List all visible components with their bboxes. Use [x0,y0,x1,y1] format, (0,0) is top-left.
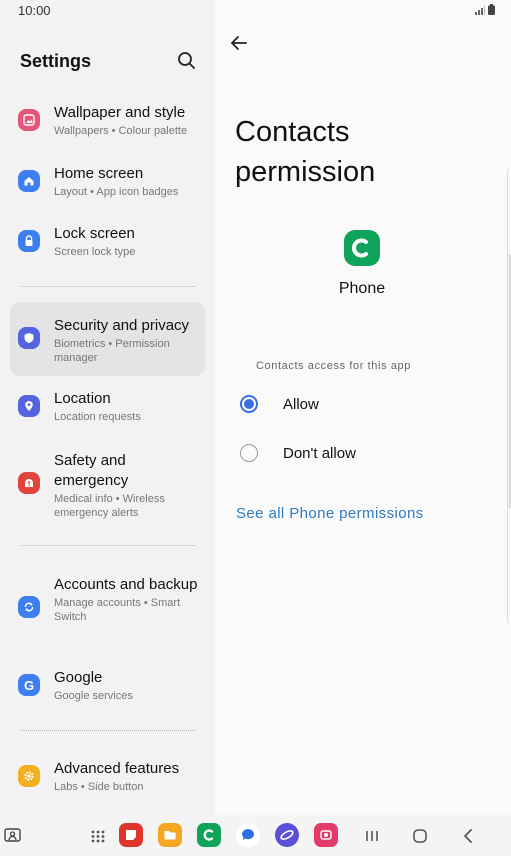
option-label: Don't allow [283,444,356,462]
item-title: Wallpaper and style [54,104,186,121]
item-subtitle: Google services [54,690,133,702]
app-drawer-icon[interactable] [87,825,109,847]
screen-recorder-icon[interactable] [314,823,338,847]
phone-app-icon [344,230,380,266]
option-allow[interactable]: Allow [240,395,319,413]
back-arrow-icon[interactable] [229,33,249,53]
item-subtitle: Screen lock type [54,246,136,258]
my-files-icon[interactable] [158,823,182,847]
gear-icon [18,765,40,787]
item-subtitle: Medical info • Wireless emergency alerts [54,493,165,519]
see-all-permissions-link[interactable]: See all Phone permissions [236,505,424,522]
item-subtitle: Layout • App icon badges [54,186,179,198]
settings-item-security-privacy[interactable]: Security and privacy Biometrics • Permis… [10,302,205,376]
item-title: Home screen [54,165,144,182]
item-title: Safety and emergency [54,452,129,489]
settings-item-lock-screen[interactable]: Lock screen Screen lock type [10,221,205,265]
sync-icon [18,596,40,618]
status-icons [475,4,495,15]
shield-icon [18,327,40,349]
item-title: Location [54,390,111,407]
radio-dont-allow[interactable] [240,444,258,462]
settings-item-advanced-features[interactable]: Advanced features Labs • Side button [10,756,205,800]
section-divider [20,730,195,731]
item-subtitle: Manage accounts • Smart Switch [54,597,181,623]
item-subtitle: Location requests [54,411,141,423]
radio-allow[interactable] [240,395,258,413]
emergency-icon [18,472,40,494]
item-title: Google [54,669,103,686]
section-divider [20,286,195,287]
home-icon [18,170,40,192]
settings-item-safety-emergency[interactable]: Safety and emergency Medical info • Wire… [10,448,205,522]
edge-panel-icon[interactable] [2,825,24,847]
home-button[interactable] [409,825,431,847]
settings-item-wallpaper[interactable]: Wallpaper and style Wallpapers • Colour … [10,100,205,144]
phone-app-icon[interactable] [197,823,221,847]
item-subtitle: Labs • Side button [54,781,144,793]
battery-icon [488,4,495,15]
messages-app-icon[interactable] [236,823,260,847]
item-title: Accounts and backup [54,576,198,593]
option-dont-allow[interactable]: Don't allow [240,444,356,462]
notes-app-icon[interactable] [119,823,143,847]
item-title: Lock screen [54,225,135,242]
section-divider [20,545,195,546]
google-icon: G [18,674,40,696]
settings-item-google[interactable]: G Google Google services [10,665,205,709]
signal-icon [475,6,485,15]
item-title: Advanced features [54,760,180,777]
settings-item-accounts-backup[interactable]: Accounts and backup Manage accounts • Sm… [10,572,205,646]
back-button[interactable] [457,825,479,847]
item-subtitle: Biometrics • Permission manager [54,338,170,364]
search-icon[interactable] [177,51,197,71]
settings-item-location[interactable]: Location Location requests [10,386,205,430]
edge-panel-handle[interactable] [507,168,511,624]
page-title: Settings [20,51,92,71]
item-title: Security and privacy [54,317,190,334]
status-time: 10:00 [18,3,51,18]
location-icon [18,395,40,417]
item-subtitle: Wallpapers • Colour palette [54,125,188,137]
wallpaper-icon [18,109,40,131]
app-name: Phone [338,280,386,297]
permission-title: Contacts permission [235,116,376,188]
settings-item-home-screen[interactable]: Home screen Layout • App icon badges [10,161,205,205]
option-label: Allow [283,395,319,413]
recents-button[interactable] [361,825,383,847]
section-label: Contacts access for this app [256,360,411,372]
lock-icon [18,230,40,252]
taskbar [0,815,511,856]
internet-app-icon[interactable] [275,823,299,847]
